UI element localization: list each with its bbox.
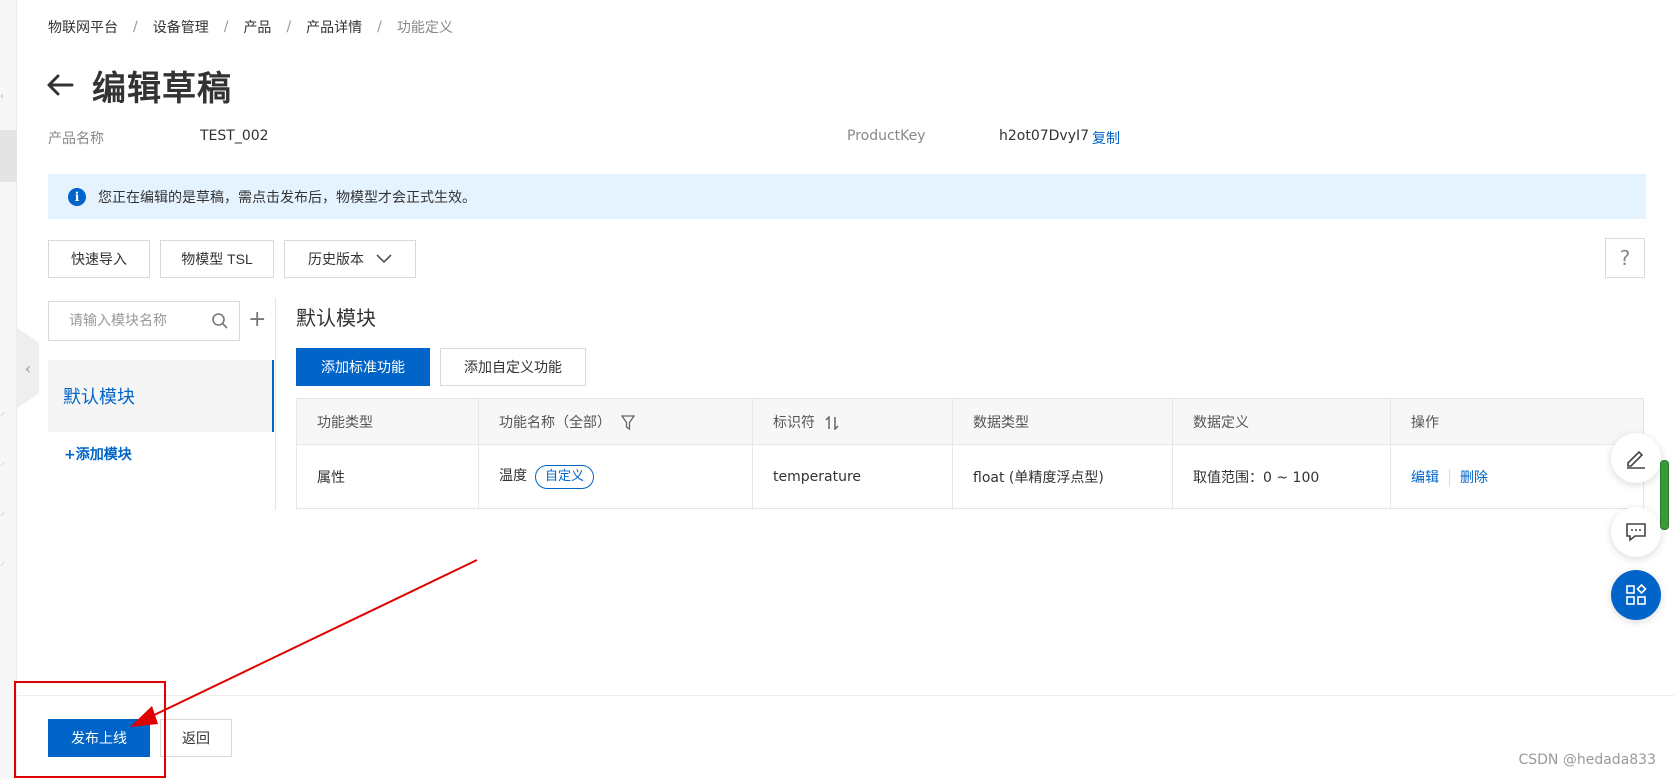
- watermark: CSDN @hedada833: [1518, 752, 1656, 768]
- column-header-label: 标识符: [773, 414, 815, 431]
- info-icon: i: [68, 187, 86, 206]
- breadcrumb-separator: /: [223, 19, 229, 35]
- tick-icon: ⸝: [0, 557, 5, 568]
- edit-link[interactable]: 编辑: [1411, 470, 1439, 486]
- cell-data-type: float (单精度浮点型): [952, 444, 1173, 509]
- column-header-identifier[interactable]: 标识符: [752, 398, 953, 445]
- cell-data-definition: 取值范围：0 ~ 100: [1172, 444, 1391, 509]
- chevron-down-icon: [376, 254, 392, 264]
- column-header-function-name[interactable]: 功能名称（全部）: [478, 398, 753, 445]
- breadcrumb-item[interactable]: 设备管理: [153, 17, 209, 37]
- action-separator: [1449, 468, 1450, 487]
- table-header-row: 功能类型 功能名称（全部） 标识符 数据类型 数据定义 操作: [296, 398, 1644, 445]
- draft-notice: i 您正在编辑的是草稿，需点击发布后，物模型才会正式生效。: [48, 174, 1646, 219]
- quick-import-button[interactable]: 快速导入: [48, 240, 150, 278]
- apps-button[interactable]: [1611, 570, 1661, 620]
- add-standard-function-button[interactable]: 添加标准功能: [296, 348, 430, 386]
- product-name-value: TEST_002: [200, 128, 269, 144]
- feedback-edit-button[interactable]: [1611, 433, 1661, 483]
- scroll-indicator[interactable]: [1660, 460, 1669, 530]
- column-header-label: 功能名称（全部）: [499, 414, 611, 431]
- cell-identifier: temperature: [752, 444, 953, 509]
- module-title: 默认模块: [296, 306, 376, 330]
- help-button[interactable]: ?: [1605, 238, 1645, 278]
- notice-text: 您正在编辑的是草稿，需点击发布后，物模型才会正式生效。: [98, 189, 476, 206]
- chat-icon: [1626, 523, 1646, 542]
- table-row: 属性 温度 自定义 temperature float (单精度浮点型) 取值范围…: [296, 444, 1644, 509]
- module-item-default[interactable]: 默认模块: [48, 360, 274, 432]
- column-header: 数据类型: [952, 398, 1173, 445]
- product-key-value: h2ot07DvyI7: [999, 128, 1090, 144]
- tick-icon: ⸝: [0, 507, 5, 518]
- copy-product-key-link[interactable]: 复制: [1092, 128, 1120, 148]
- column-header: 操作: [1390, 398, 1644, 445]
- sort-icon[interactable]: [825, 415, 839, 430]
- tick-icon: ⸝: [0, 457, 5, 468]
- column-header: 数据定义: [1172, 398, 1391, 445]
- tick-icon: ⸝: [0, 407, 5, 418]
- delete-link[interactable]: 删除: [1460, 470, 1488, 486]
- product-name-label: 产品名称: [48, 131, 104, 147]
- breadcrumb-current: 功能定义: [396, 20, 453, 36]
- module-list: 默认模块: [48, 360, 274, 432]
- filter-icon[interactable]: [621, 414, 636, 431]
- sidebar-divider: [275, 298, 276, 510]
- pencil-icon: [1627, 450, 1645, 469]
- breadcrumb-item[interactable]: 物联网平台: [48, 17, 118, 37]
- module-search[interactable]: [48, 301, 240, 341]
- tsl-button[interactable]: 物模型 TSL: [160, 240, 274, 278]
- footer-divider: [17, 695, 1674, 696]
- breadcrumb-item[interactable]: 产品: [243, 17, 271, 37]
- add-module-link[interactable]: +添加模块: [64, 444, 132, 464]
- collapsed-sidebar: ‹ ⸝ ⸝ ⸝ ⸝: [0, 0, 17, 779]
- return-button[interactable]: 返回: [160, 719, 232, 757]
- back-arrow-icon[interactable]: [46, 70, 76, 100]
- apps-grid-icon: [1626, 583, 1647, 605]
- history-version-label: 历史版本: [308, 252, 364, 268]
- annotation-highlight-box: [14, 681, 166, 778]
- module-search-input[interactable]: [69, 313, 209, 329]
- chevron-left-icon: ‹: [24, 358, 32, 378]
- add-custom-function-button[interactable]: 添加自定义功能: [440, 348, 586, 386]
- add-module-plus-icon[interactable]: +: [248, 308, 266, 332]
- chat-button[interactable]: [1611, 507, 1661, 557]
- function-name: 温度: [499, 467, 527, 484]
- breadcrumb-separator: /: [377, 19, 382, 35]
- breadcrumb-separator: /: [133, 19, 138, 35]
- cell-actions: 编辑 删除: [1390, 444, 1644, 509]
- search-icon[interactable]: [211, 312, 229, 330]
- cell-function-name: 温度 自定义: [478, 444, 753, 509]
- sidebar-expand-toggle[interactable]: ‹: [17, 328, 39, 408]
- sidebar-active-item[interactable]: [0, 130, 17, 182]
- chevron-icon: ‹: [0, 91, 4, 102]
- page-title: 编辑草稿: [92, 68, 232, 109]
- title-row: 编辑草稿: [46, 60, 232, 110]
- breadcrumb-separator: /: [286, 19, 292, 35]
- product-key-label: ProductKey: [847, 128, 926, 144]
- cell-function-type: 属性: [296, 444, 479, 509]
- function-table: 功能类型 功能名称（全部） 标识符 数据类型 数据定义 操作 属性 温度 自定义 …: [296, 398, 1644, 509]
- history-version-dropdown[interactable]: 历史版本: [284, 240, 416, 278]
- custom-tag: 自定义: [535, 464, 595, 489]
- column-header: 功能类型: [296, 398, 479, 445]
- breadcrumb: 物联网平台 / 设备管理 / 产品 / 产品详情 / 功能定义: [48, 16, 453, 38]
- breadcrumb-item[interactable]: 产品详情: [306, 17, 362, 37]
